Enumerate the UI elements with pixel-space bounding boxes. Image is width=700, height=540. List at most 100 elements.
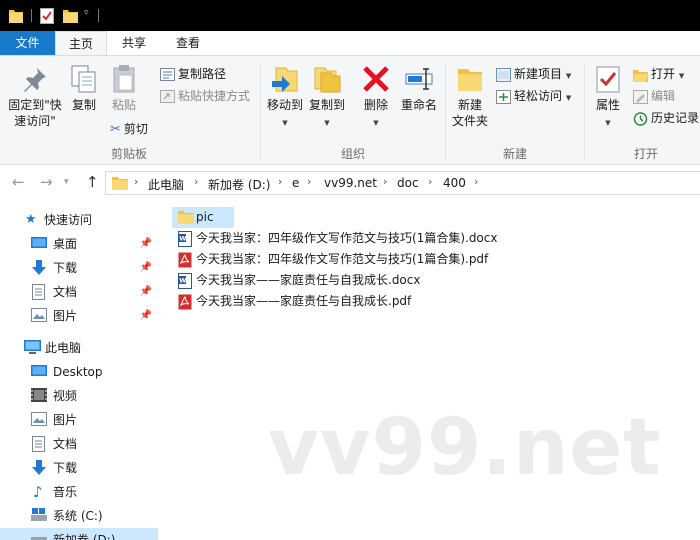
tab-view[interactable]: 查看: [164, 31, 212, 55]
breadcrumb-400[interactable]: 400: [443, 176, 466, 190]
pdf-icon: [178, 294, 192, 310]
pin-icon[interactable]: 📌: [140, 304, 152, 328]
tab-share[interactable]: 共享: [110, 31, 158, 55]
pin-icon[interactable]: 📌: [140, 232, 152, 256]
list-item[interactable]: pic: [172, 207, 234, 228]
navigation-bar: ← → ▾ ↑ › 此电脑 › 新加卷 (D:) › e › vv99.net …: [0, 165, 700, 201]
paste-shortcut-label: 粘贴快捷方式: [178, 89, 251, 103]
address-bar[interactable]: › 此电脑 › 新加卷 (D:) › e › vv99.net › doc › …: [105, 171, 700, 195]
breadcrumb-drive-d[interactable]: 新加卷 (D:): [208, 176, 270, 193]
nav-this-pc[interactable]: 此电脑: [0, 336, 158, 360]
nav-item-desktop[interactable]: Desktop: [0, 360, 158, 384]
svg-text:W: W: [179, 235, 186, 243]
nav-item-label: 图片: [53, 413, 78, 427]
breadcrumb-chevron-icon[interactable]: ›: [428, 175, 432, 188]
watermark: vv99.net: [268, 403, 662, 493]
nav-item-videos[interactable]: 视频: [0, 384, 158, 408]
nav-item-music[interactable]: ♪ 音乐: [0, 480, 158, 504]
properties-button[interactable]: 属性 ▼: [590, 64, 626, 131]
open-group-label: 打开: [633, 147, 658, 161]
new-folder-label: 新建 文件夹: [451, 98, 488, 128]
breadcrumb-chevron-icon[interactable]: ›: [383, 175, 387, 188]
breadcrumb-chevron-icon[interactable]: ›: [278, 175, 282, 188]
pin-icon: [24, 68, 46, 92]
nav-item-downloads-quick[interactable]: 下载 📌: [0, 256, 158, 280]
nav-item-documents-quick[interactable]: 文档 📌: [0, 280, 158, 304]
tab-home[interactable]: 主页: [55, 31, 107, 56]
copy-path-label: 复制路径: [178, 67, 227, 81]
ribbon-tabs: 文件 主页 共享 查看: [0, 31, 700, 56]
file-name: 今天我当家：四年级作文写作范文与技巧(1篇合集).pdf: [196, 252, 489, 266]
organize-group-label: 组织: [340, 147, 365, 161]
nav-item-desktop-quick[interactable]: 桌面 📌: [0, 232, 158, 256]
pin-to-quick-access-button[interactable]: 固定到"快速访问": [4, 64, 66, 129]
breadcrumb-doc[interactable]: doc: [397, 176, 419, 190]
file-name: pic: [196, 210, 214, 224]
nav-item-downloads[interactable]: 下载: [0, 456, 158, 480]
paste-button[interactable]: 粘贴: [108, 64, 140, 113]
desktop-icon: [31, 365, 47, 376]
edit-button[interactable]: 编辑: [633, 87, 675, 105]
pictures-icon: [31, 412, 47, 426]
move-to-button[interactable]: 移动到 ▼: [264, 64, 306, 131]
nav-item-label: 文档: [53, 437, 78, 451]
breadcrumb-this-pc[interactable]: 此电脑: [148, 176, 184, 193]
breadcrumb-chevron-icon[interactable]: ›: [134, 175, 138, 188]
copy-icon: [71, 65, 96, 93]
history-icon: [633, 111, 648, 126]
open-button[interactable]: 打开 ▼: [633, 65, 684, 83]
new-folder-button[interactable]: 新建 文件夹: [448, 64, 492, 129]
recent-locations-chevron-icon[interactable]: ▾: [64, 177, 69, 187]
delete-dropdown-arrow-icon: ▼: [373, 119, 379, 127]
tab-file[interactable]: 文件: [0, 31, 55, 55]
download-arrow-icon: [32, 260, 46, 275]
computer-icon: [24, 340, 41, 354]
word-doc-icon: W: [178, 273, 192, 289]
nav-item-label: Desktop: [53, 365, 103, 379]
rename-button[interactable]: 重命名: [398, 64, 440, 113]
copy-to-label: 复制到: [308, 98, 345, 112]
pictures-icon: [31, 308, 47, 322]
title-bar: ▿: [0, 0, 700, 31]
breadcrumb-chevron-icon[interactable]: ›: [307, 175, 311, 188]
music-note-icon: ♪: [33, 483, 43, 501]
pin-icon[interactable]: 📌: [140, 280, 152, 304]
nav-item-label: 音乐: [53, 485, 78, 499]
nav-item-pictures-quick[interactable]: 图片 📌: [0, 304, 158, 328]
forward-arrow-icon[interactable]: →: [40, 173, 53, 191]
pin-icon[interactable]: 📌: [140, 256, 152, 280]
new-folder-icon[interactable]: [63, 7, 78, 24]
copy-path-button[interactable]: 复制路径: [160, 65, 226, 83]
file-name: 今天我当家——家庭责任与自我成长.docx: [196, 273, 421, 287]
copy-button[interactable]: 复制: [68, 64, 100, 113]
history-label: 历史记录: [651, 111, 700, 125]
new-item-dropdown-arrow-icon: ▼: [565, 72, 572, 80]
nav-quick-access-label: 快速访问: [44, 213, 93, 227]
breadcrumb-chevron-icon[interactable]: ›: [194, 175, 198, 188]
delete-label: 删除: [363, 98, 388, 112]
customize-toolbar-chevron-icon[interactable]: ▿: [84, 8, 89, 18]
delete-button[interactable]: 删除 ▼: [360, 64, 392, 131]
folder-icon[interactable]: [9, 7, 23, 24]
up-arrow-icon[interactable]: ↑: [86, 173, 99, 191]
back-arrow-icon[interactable]: ←: [12, 173, 25, 191]
scissors-icon: ✂: [110, 121, 121, 137]
star-icon: ★: [25, 212, 37, 227]
copy-to-button[interactable]: 复制到 ▼: [306, 64, 348, 131]
breadcrumb-vv99-net[interactable]: vv99.net: [324, 176, 377, 190]
open-dropdown-arrow-icon: ▼: [678, 72, 685, 80]
properties-icon[interactable]: [40, 7, 54, 24]
easy-access-button[interactable]: 轻松访问 ▼: [496, 87, 571, 105]
nav-item-drive-d[interactable]: 新加卷 (D:): [0, 528, 158, 540]
cut-button[interactable]: ✂ 剪切: [110, 120, 148, 138]
nav-item-pictures[interactable]: 图片: [0, 408, 158, 432]
breadcrumb-chevron-icon[interactable]: ›: [474, 175, 478, 188]
new-item-button[interactable]: 新建项目 ▼: [496, 65, 571, 83]
paste-shortcut-button[interactable]: 粘贴快捷方式: [160, 87, 250, 105]
history-button[interactable]: 历史记录: [633, 109, 699, 127]
breadcrumb-e[interactable]: e: [292, 176, 299, 190]
clipboard-group-label: 剪贴板: [110, 147, 147, 161]
nav-quick-access[interactable]: ★ 快速访问: [0, 208, 158, 232]
nav-item-drive-c[interactable]: 系统 (C:): [0, 504, 158, 528]
nav-item-documents[interactable]: 文档: [0, 432, 158, 456]
